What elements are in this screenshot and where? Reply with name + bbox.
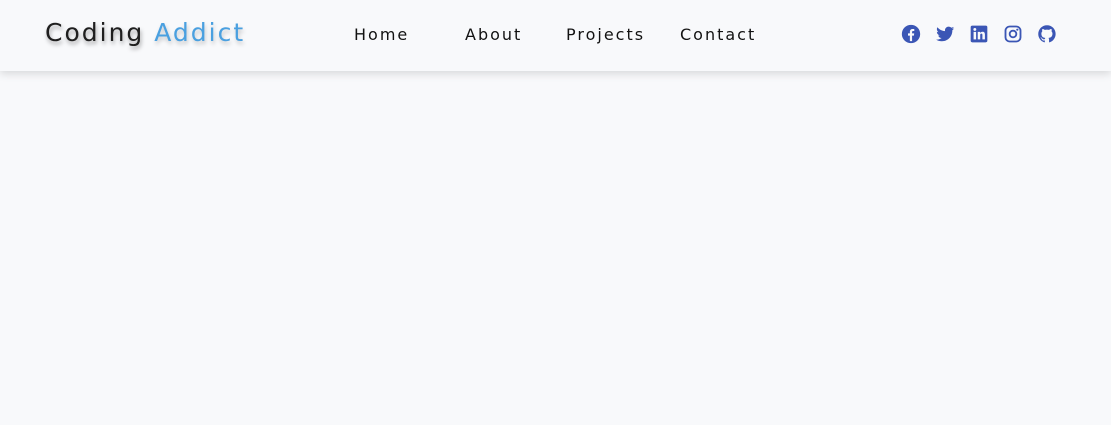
linkedin-icon[interactable] (968, 23, 990, 45)
nav-link-home[interactable]: Home (354, 24, 409, 46)
twitter-icon[interactable] (934, 23, 956, 45)
main-content (0, 71, 1111, 425)
site-logo[interactable]: Coding Addict (45, 17, 245, 49)
nav-link-about[interactable]: About (465, 24, 522, 46)
logo-text-addict: Addict (154, 18, 246, 47)
instagram-icon[interactable] (1002, 23, 1024, 45)
nav-link-projects[interactable]: Projects (566, 24, 645, 46)
navbar: Coding Addict Home About Projects Contac… (0, 0, 1111, 71)
social-links (900, 22, 1058, 46)
nav-link-contact[interactable]: Contact (680, 24, 756, 46)
logo-text-coding: Coding (45, 18, 145, 47)
github-icon[interactable] (1036, 23, 1058, 45)
facebook-icon[interactable] (900, 23, 922, 45)
